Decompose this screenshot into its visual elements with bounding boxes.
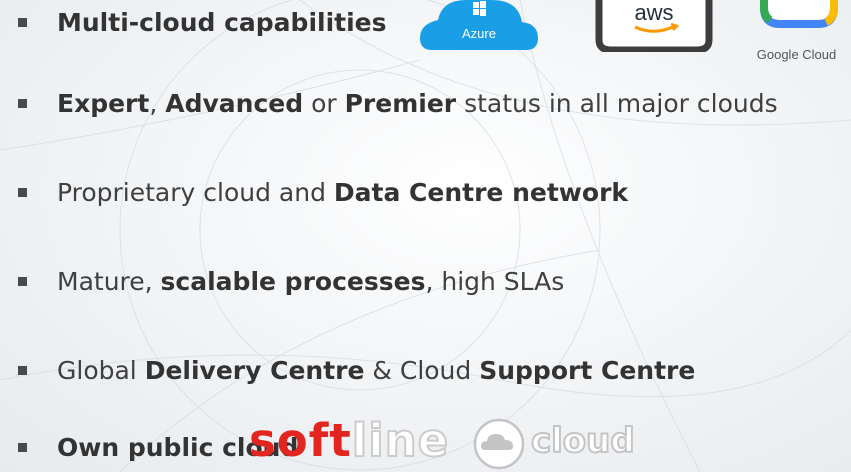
bullet-text: status in all major clouds <box>456 88 778 118</box>
bullet-marker <box>18 365 27 375</box>
bullet-text: & Cloud <box>364 355 480 385</box>
bullet-text-bold: Data Centre network <box>333 177 629 207</box>
bullet-text-bold: Premier <box>344 88 457 118</box>
bullet-item-status: Expert, Advanced or Premier status in al… <box>18 83 778 123</box>
bullet-marker <box>18 276 27 286</box>
azure-logo: Azure <box>420 0 538 50</box>
bullet-item-processes: Mature, scalable processes, high SLAs <box>18 261 564 301</box>
cloud-label: cloud <box>530 420 636 462</box>
bullet-text: Proprietary cloud and <box>57 177 334 207</box>
softline-soft-part: soft <box>249 414 352 467</box>
aws-label: aws <box>634 0 673 25</box>
bullet-text: Global <box>57 355 145 385</box>
bullet-item-multicloud: Multi-cloud capabilities <box>18 2 387 42</box>
bullet-marker <box>18 98 27 108</box>
softline-line-part: line <box>351 413 450 468</box>
bullet-text: or <box>303 88 345 118</box>
bullet-marker <box>18 187 27 197</box>
bullet-text-bold: Multi-cloud capabilities <box>57 7 387 37</box>
bullet-text: Mature, <box>57 266 161 296</box>
feature-bullet-list: Multi-cloud capabilities Expert, Advance… <box>0 0 851 472</box>
bullet-text: , <box>149 88 166 118</box>
bullet-text-bold: Expert <box>57 88 150 118</box>
bullet-text-bold: Support Centre <box>479 355 696 385</box>
bullet-marker <box>18 442 27 452</box>
bullet-marker <box>18 17 27 27</box>
google-cloud-caption: Google Cloud <box>756 47 837 62</box>
bullet-item-datacentre: Proprietary cloud and Data Centre networ… <box>18 172 628 212</box>
bullet-text-bold: Advanced <box>165 88 304 118</box>
bullet-text-bold: Delivery Centre <box>144 355 365 385</box>
aws-logo: aws <box>595 0 713 52</box>
bullet-text: , high SLAs <box>425 266 565 296</box>
softline-logo: softline <box>249 413 450 468</box>
bullet-item-delivery: Global Delivery Centre & Cloud Support C… <box>18 350 695 390</box>
azure-label: Azure <box>462 26 496 41</box>
bullet-text-bold: scalable processes <box>160 266 426 296</box>
